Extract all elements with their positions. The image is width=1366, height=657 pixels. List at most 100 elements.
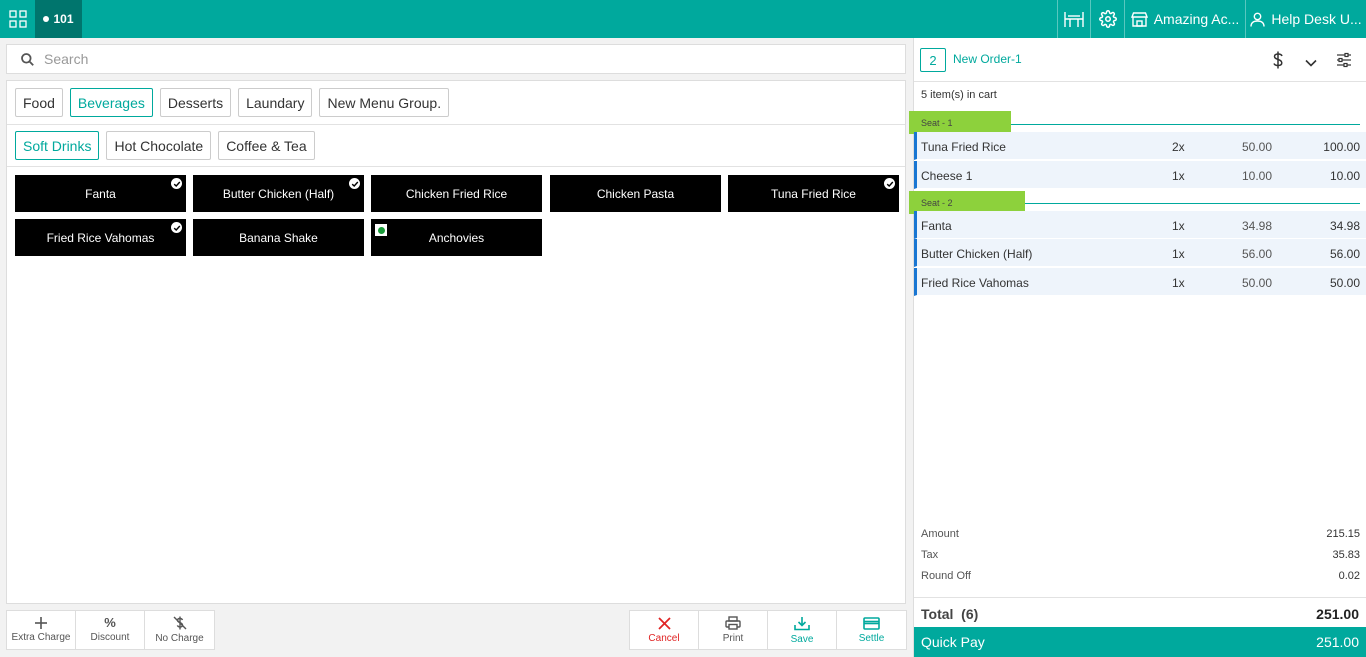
check-icon <box>171 222 182 233</box>
cart-line[interactable]: Tuna Fried Rice 2x 50.00 100.00 <box>914 132 1366 160</box>
store-icon <box>1130 11 1148 27</box>
currency-button[interactable] <box>1272 51 1284 72</box>
cart-line[interactable]: Butter Chicken (Half) 1x 56.00 56.00 <box>914 239 1366 267</box>
discount-button[interactable]: % Discount <box>76 611 145 649</box>
plus-icon <box>35 617 47 629</box>
menu-item-label: Fanta <box>85 186 116 201</box>
settle-button[interactable]: Settle <box>837 611 906 649</box>
cart-line-total: 56.00 <box>1329 247 1360 261</box>
quick-pay-button[interactable]: Quick Pay 251.00 <box>914 627 1366 657</box>
cart-line[interactable]: Fried Rice Vahomas 1x 50.00 50.00 <box>914 268 1366 296</box>
tax-row: Tax 35.83 <box>921 549 1360 561</box>
cart-header: 2 New Order-1 <box>914 38 1366 82</box>
cart-line-name: Fanta <box>921 219 952 233</box>
amount-label: Amount <box>921 528 959 540</box>
user-menu[interactable]: Help Desk U... <box>1245 0 1366 38</box>
order-actions: Cancel Print Save Settle <box>629 610 907 650</box>
cart-line-total: 34.98 <box>1329 219 1360 233</box>
sliders-icon <box>1337 52 1351 68</box>
group-tab-food[interactable]: Food <box>15 88 63 117</box>
search-input[interactable] <box>44 51 844 67</box>
save-button[interactable]: Save <box>768 611 837 649</box>
group-tab-new-menu-group[interactable]: New Menu Group. <box>319 88 450 117</box>
order-name[interactable]: New Order-1 <box>953 52 1022 66</box>
table-icon <box>1064 12 1084 27</box>
group-tab-beverages[interactable]: Beverages <box>69 88 153 117</box>
table-tab[interactable]: 101 <box>35 0 82 38</box>
menu-item[interactable]: Chicken Fried Rice <box>371 175 542 212</box>
table-status-dot <box>43 16 50 22</box>
menu-item-label: Tuna Fried Rice <box>771 186 856 201</box>
quick-pay-amount: 251.00 <box>1316 634 1359 650</box>
menu-item[interactable]: Chicken Pasta <box>550 175 721 212</box>
cart-line-name: Tuna Fried Rice <box>921 140 1006 154</box>
menu-item-label: Anchovies <box>428 230 485 245</box>
expand-button[interactable] <box>1305 55 1317 70</box>
menu-group-tabs: Food Beverages Desserts Laundary New Men… <box>7 81 905 125</box>
cart-line-name: Cheese 1 <box>921 169 973 183</box>
no-charge-button[interactable]: No Charge <box>145 611 214 649</box>
menu-item[interactable]: Butter Chicken (Half) <box>193 175 364 212</box>
save-label: Save <box>790 633 814 645</box>
no-charge-label: No Charge <box>155 633 204 644</box>
printer-icon <box>725 616 741 630</box>
chevron-down-icon <box>1305 59 1317 67</box>
cart-count: 5 item(s) in cart <box>921 89 997 101</box>
search-bar <box>6 44 906 74</box>
cart-line-name: Butter Chicken (Half) <box>921 247 1033 261</box>
subgroup-tab-coffee-tea[interactable]: Coffee & Tea <box>218 131 315 160</box>
order-adjust-actions: Extra Charge % Discount No Charge <box>6 610 215 650</box>
subgroup-tab-hot-chocolate[interactable]: Hot Chocolate <box>106 131 212 160</box>
menu-item[interactable]: Banana Shake <box>193 219 364 256</box>
menu-item[interactable]: Tuna Fried Rice <box>728 175 899 212</box>
quick-pay-label: Quick Pay <box>921 634 985 650</box>
table-layout-button[interactable] <box>1057 0 1090 38</box>
cart-line-total: 10.00 <box>1329 169 1360 183</box>
cart-line-price: 10.00 <box>1241 169 1272 183</box>
menu-item-label: Butter Chicken (Half) <box>222 186 335 201</box>
cart-line-price: 50.00 <box>1241 140 1272 154</box>
settle-label: Settle <box>858 632 885 644</box>
close-icon <box>657 616 671 630</box>
download-icon <box>794 616 810 630</box>
table-number: 101 <box>53 12 74 26</box>
total-label: Total (6) <box>921 606 979 622</box>
cart-line[interactable]: Cheese 1 1x 10.00 10.00 <box>914 161 1366 189</box>
settings-button[interactable] <box>1090 0 1124 38</box>
menu-item-label: Chicken Fried Rice <box>405 186 508 201</box>
group-tab-desserts[interactable]: Desserts <box>159 88 232 117</box>
menu-item-label: Fried Rice Vahomas <box>46 230 155 245</box>
extra-charge-label: Extra Charge <box>11 632 71 643</box>
menu-item[interactable]: Anchovies <box>371 219 542 256</box>
extra-charge-button[interactable]: Extra Charge <box>7 611 76 649</box>
cart-line[interactable]: Fanta 1x 34.98 34.98 <box>914 211 1366 239</box>
cart-line-price: 50.00 <box>1241 276 1272 290</box>
menu-area: Food Beverages Desserts Laundary New Men… <box>6 80 906 604</box>
apps-grid-icon[interactable] <box>0 0 35 38</box>
cart-line-qty: 1x <box>1172 169 1185 183</box>
cart-line-qty: 2x <box>1172 140 1185 154</box>
no-dollar-icon <box>173 616 186 630</box>
group-tab-laundary[interactable]: Laundary <box>238 88 313 117</box>
filter-settings-button[interactable] <box>1336 52 1352 71</box>
cart-line-price: 34.98 <box>1241 219 1272 233</box>
cart-line-name: Fried Rice Vahomas <box>921 276 1029 290</box>
check-icon <box>884 178 895 189</box>
cancel-button[interactable]: Cancel <box>630 611 699 649</box>
subgroup-tab-soft-drinks[interactable]: Soft Drinks <box>15 131 100 160</box>
print-label: Print <box>722 633 744 644</box>
dollar-icon <box>1273 51 1283 69</box>
menu-item[interactable]: Fried Rice Vahomas <box>15 219 186 256</box>
card-icon <box>863 616 880 630</box>
seat-label[interactable]: Seat - 1 <box>909 111 1011 134</box>
outlet-selector[interactable]: Amazing Ac... <box>1124 0 1245 38</box>
cart-line-qty: 1x <box>1172 219 1185 233</box>
menu-item[interactable]: Fanta <box>15 175 186 212</box>
print-button[interactable]: Print <box>699 611 768 649</box>
roundoff-label: Round Off <box>921 570 971 582</box>
user-icon <box>1250 12 1266 27</box>
order-number-badge[interactable]: 2 <box>920 48 946 72</box>
gear-icon <box>1098 10 1117 28</box>
user-name: Help Desk U... <box>1271 11 1362 27</box>
total-value: 251.00 <box>1316 606 1359 622</box>
